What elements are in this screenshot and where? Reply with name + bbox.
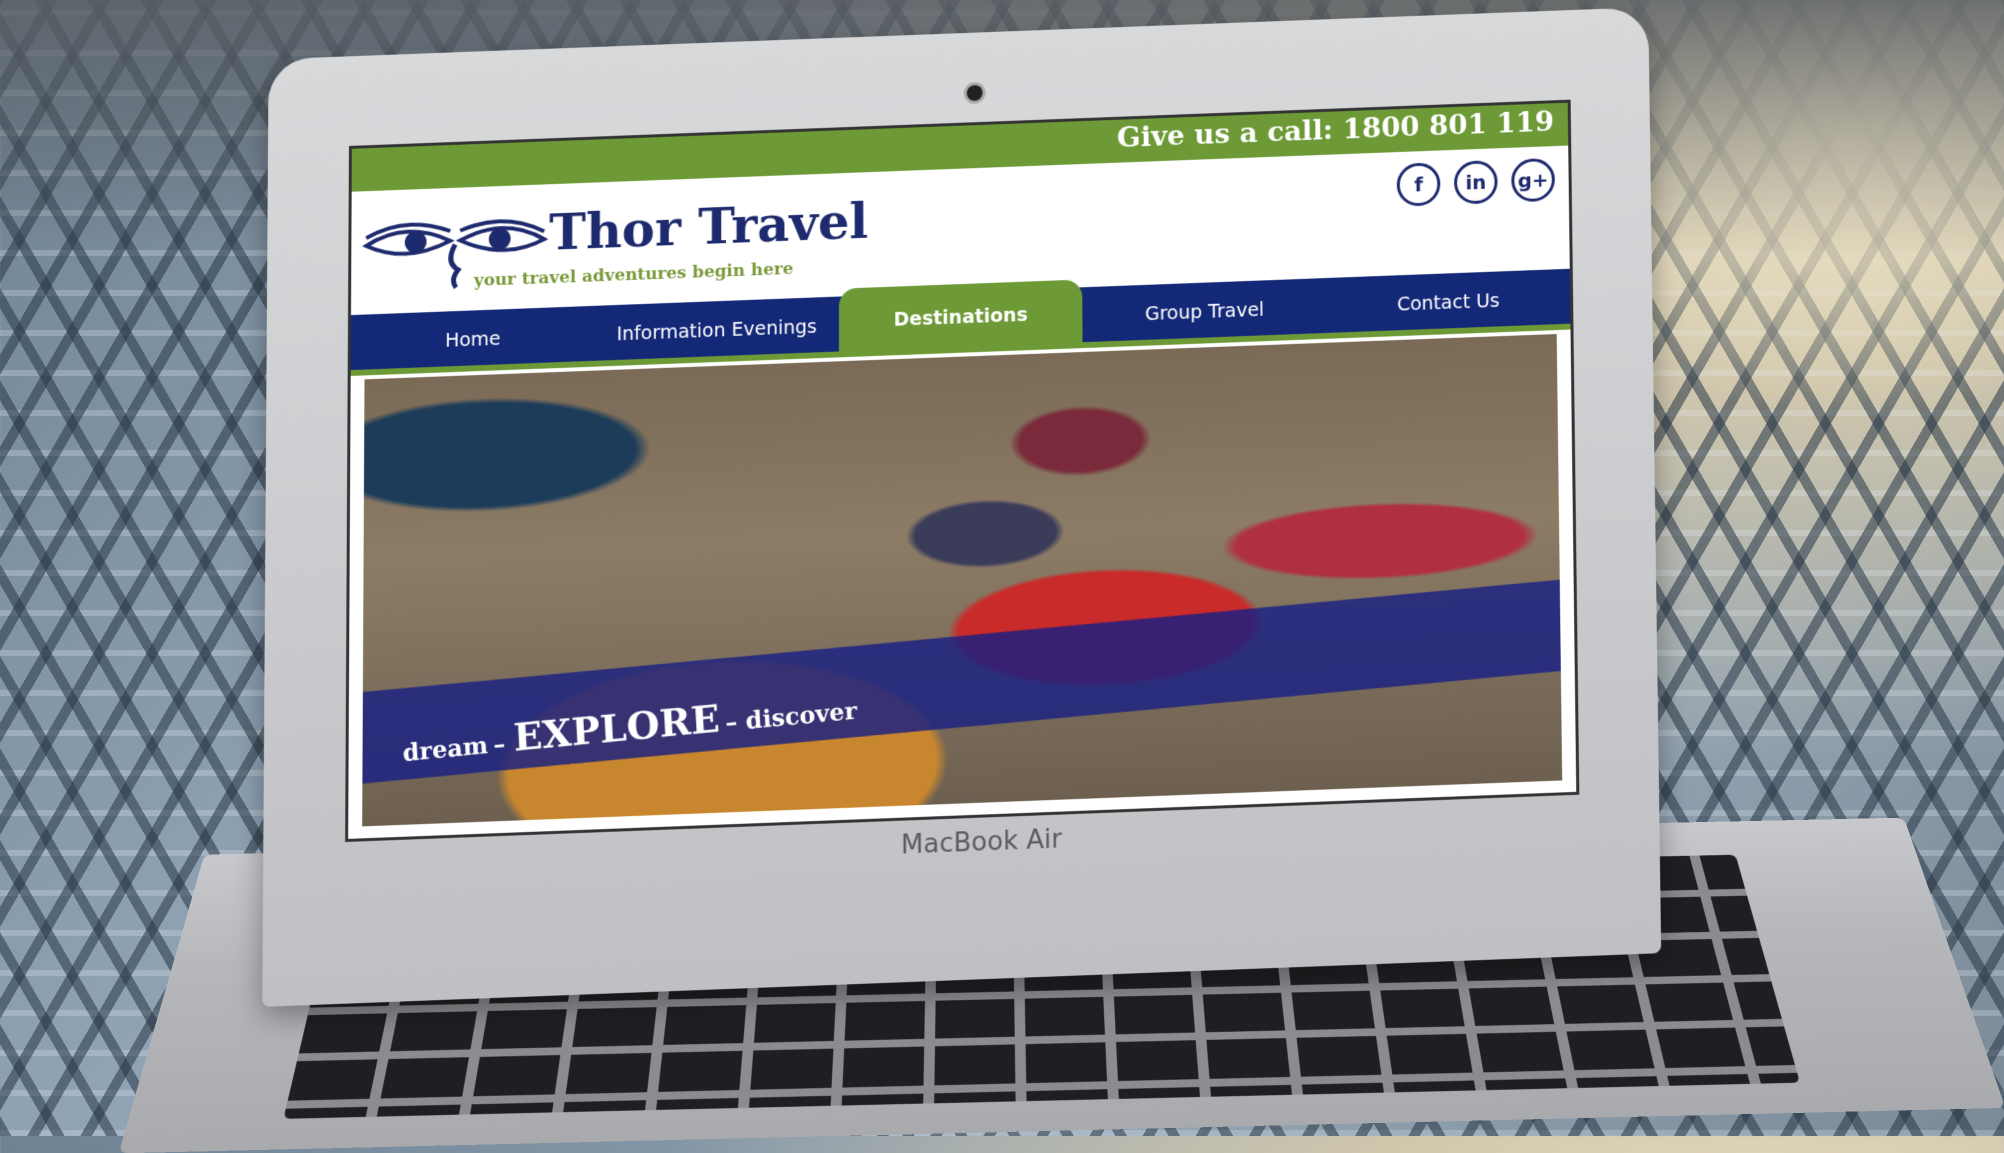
laptop-lid: Give us a call: 1800 801 119 Thor Travel… — [262, 7, 1661, 1007]
google-plus-icon[interactable]: g+ — [1511, 158, 1555, 203]
logo-title[interactable]: Thor Travel — [549, 192, 868, 262]
social-links: f in g+ — [1397, 158, 1555, 207]
laptop-screen: Give us a call: 1800 801 119 Thor Travel… — [345, 100, 1579, 842]
hero-dash-2: – — [725, 706, 747, 737]
hero-word-dream: dream — [402, 730, 489, 767]
linkedin-icon[interactable]: in — [1454, 160, 1498, 205]
phone-number[interactable]: Give us a call: 1800 801 119 — [1117, 105, 1554, 154]
macbook-label: MacBook Air — [882, 824, 1082, 862]
hero-image: dream – EXPLORE – discover — [362, 334, 1562, 826]
camera-icon — [967, 85, 983, 101]
hero-dash-1: – — [493, 728, 515, 759]
facebook-icon[interactable]: f — [1397, 162, 1441, 207]
